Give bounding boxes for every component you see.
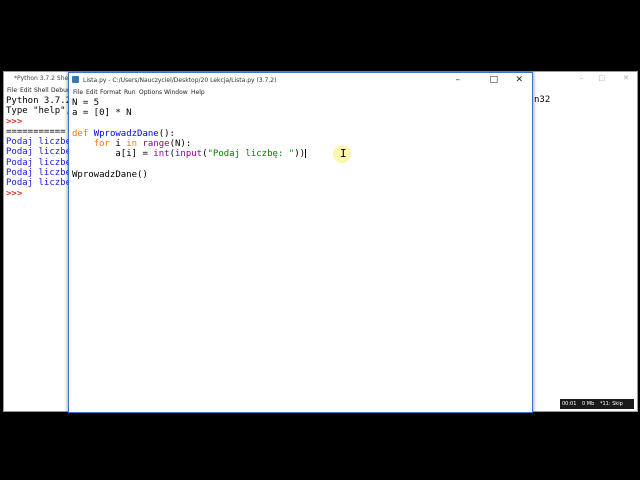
code-token: (): bbox=[158, 128, 175, 139]
status-memory: 0 Mb bbox=[582, 401, 595, 407]
close-icon[interactable]: ✕ bbox=[623, 74, 629, 82]
function-name: WprowadzDane bbox=[93, 128, 159, 139]
shell-line: >>> bbox=[6, 116, 23, 127]
shell-title: *Python 3.7.2 Shell* bbox=[14, 75, 75, 82]
editor-window[interactable]: Lista.py - C:/Users/Nauczyciel/Desktop/2… bbox=[68, 72, 533, 413]
menu-shell[interactable]: Shell bbox=[34, 87, 49, 94]
text-caret bbox=[305, 149, 307, 159]
code-line: WprowadzDane() bbox=[72, 170, 148, 181]
maximize-icon[interactable]: □ bbox=[489, 75, 498, 85]
shell-output[interactable]: Python 3.7.2 Type "help", >>> =========== Po… bbox=[6, 96, 71, 199]
menu-format[interactable]: Format bbox=[100, 89, 121, 96]
menu-run[interactable]: Run bbox=[124, 89, 136, 96]
python-icon bbox=[72, 76, 79, 83]
menu-window[interactable]: Window bbox=[164, 89, 188, 96]
shell-line: >>> bbox=[6, 188, 23, 199]
menu-options[interactable]: Options bbox=[139, 89, 162, 96]
menu-help[interactable]: Help bbox=[191, 89, 205, 96]
keyword: in bbox=[126, 139, 138, 150]
ibeam-cursor-icon: I bbox=[340, 147, 347, 160]
builtin: range bbox=[142, 139, 170, 150]
maximize-icon[interactable]: □ bbox=[598, 74, 605, 82]
editor-menubar: File Edit Format Run Options Window Help bbox=[69, 87, 532, 98]
builtin: input bbox=[174, 149, 203, 160]
close-icon[interactable]: ✕ bbox=[515, 75, 523, 85]
menu-edit[interactable]: Edit bbox=[20, 87, 32, 94]
shell-line: Podaj liczbe bbox=[6, 147, 72, 158]
shell-line: Podaj liczbe bbox=[6, 157, 72, 168]
code-token: i bbox=[109, 139, 127, 150]
shell-line: Type "help", bbox=[6, 106, 72, 117]
keyword: def bbox=[72, 128, 89, 139]
code-token: a[i] = bbox=[115, 149, 154, 160]
minimize-icon[interactable]: – bbox=[580, 74, 584, 82]
shell-line: Podaj liczbe bbox=[6, 178, 72, 189]
minimize-icon[interactable]: – bbox=[456, 75, 461, 85]
keyword: for bbox=[93, 139, 110, 150]
builtin: int bbox=[153, 149, 170, 160]
status-skip: *11: Skip bbox=[600, 401, 623, 407]
editor-title: Lista.py - C:/Users/Nauczyciel/Desktop/2… bbox=[83, 77, 277, 84]
code-editor[interactable]: N = 5 a = [0] * N def WprowadzDane(): fo… bbox=[72, 98, 307, 181]
status-bar: 00:01 0 Mb *11: Skip bbox=[560, 399, 634, 409]
string-literal: "Podaj liczbę: " bbox=[207, 149, 295, 160]
shell-line: Podaj liczbe bbox=[6, 137, 72, 148]
shell-line: =========== bbox=[6, 126, 66, 137]
menu-file[interactable]: File bbox=[7, 87, 17, 94]
shell-line: Python 3.7.2 bbox=[6, 96, 72, 106]
editor-titlebar[interactable]: Lista.py - C:/Users/Nauczyciel/Desktop/2… bbox=[69, 73, 532, 87]
status-time: 00:01 bbox=[562, 401, 577, 407]
code-line: a = [0] * N bbox=[72, 108, 132, 119]
menu-file[interactable]: File bbox=[73, 89, 83, 96]
code-line: N = 5 bbox=[72, 98, 100, 108]
code-token: )) bbox=[294, 149, 306, 160]
menu-edit[interactable]: Edit bbox=[86, 89, 98, 96]
shell-line: Podaj liczbe bbox=[6, 168, 72, 179]
code-token: (N): bbox=[169, 139, 192, 150]
shell-banner-tail: n32 bbox=[534, 95, 551, 105]
